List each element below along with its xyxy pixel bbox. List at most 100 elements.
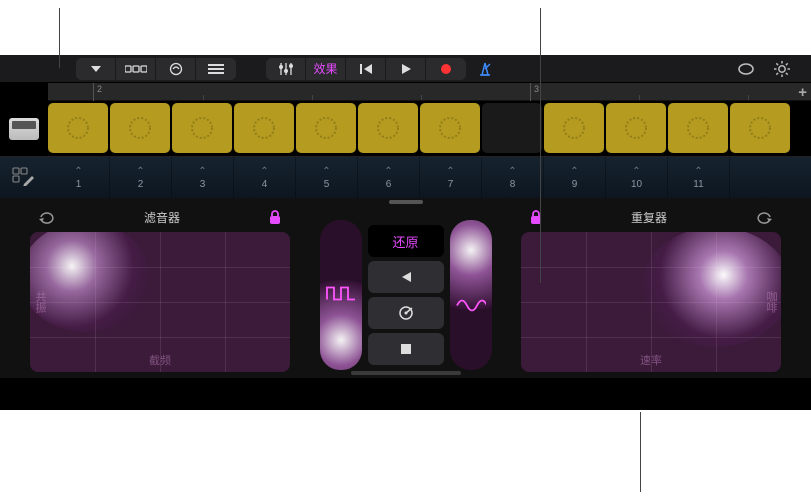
- pad-tab[interactable]: ⌃6: [358, 157, 420, 198]
- clip[interactable]: [48, 103, 108, 153]
- ylabel: 咖啡: [763, 291, 779, 313]
- pad-tab[interactable]: ⌃10: [606, 157, 668, 198]
- chevron-up-icon: ⌃: [322, 166, 330, 177]
- clip[interactable]: [234, 103, 294, 153]
- fx-button[interactable]: 效果: [306, 58, 346, 80]
- pad-tab[interactable]: ⌃1: [48, 157, 110, 198]
- timeline-ruler[interactable]: 2 3 +: [48, 83, 811, 101]
- pad-tab[interactable]: ⌃4: [234, 157, 296, 198]
- play-icon: [400, 63, 412, 75]
- clip[interactable]: [730, 103, 790, 153]
- instrument-browser-button[interactable]: [156, 58, 196, 80]
- cycle-icon: [37, 209, 57, 225]
- mixer-icon: [277, 62, 295, 76]
- chevron-up-icon: ⌃: [508, 166, 516, 177]
- scratch-icon: [397, 305, 415, 321]
- clip[interactable]: [668, 103, 728, 153]
- square-wave-icon: [326, 286, 356, 302]
- menu-down-icon: [89, 64, 103, 74]
- menu-button[interactable]: [76, 58, 116, 80]
- loop-icon: [736, 61, 756, 77]
- chevron-up-icon: ⌃: [694, 166, 702, 177]
- edit-pads-button[interactable]: [12, 166, 36, 189]
- clip[interactable]: [420, 103, 480, 153]
- loop-browser-button[interactable]: [733, 58, 759, 80]
- tracks-view-button[interactable]: [116, 58, 156, 80]
- mixer-button[interactable]: [266, 58, 306, 80]
- view-icon: [125, 63, 147, 75]
- pad-tab[interactable]: ⌃2: [110, 157, 172, 198]
- chevron-up-icon: ⌃: [570, 166, 578, 177]
- bottom-handle[interactable]: [351, 371, 461, 375]
- filter-xy-pad[interactable]: 共振 截频: [30, 232, 290, 372]
- wobble-slider[interactable]: [450, 220, 492, 370]
- reverse-icon: [399, 271, 413, 283]
- reverse-button[interactable]: [368, 261, 444, 293]
- pad-tab[interactable]: ⌃9: [544, 157, 606, 198]
- cycle-effect-button[interactable]: [753, 206, 775, 228]
- settings-button[interactable]: [769, 58, 795, 80]
- edit-pads-icon: [12, 166, 36, 186]
- clip-empty[interactable]: [482, 103, 542, 153]
- pad-tab[interactable]: ⌃5: [296, 157, 358, 198]
- clip[interactable]: [110, 103, 170, 153]
- clip[interactable]: [544, 103, 604, 153]
- drag-handle[interactable]: [389, 200, 423, 204]
- pad-tab[interactable]: ⌃11: [668, 157, 730, 198]
- clip[interactable]: [172, 103, 232, 153]
- metronome-icon: [476, 61, 494, 77]
- repeater-xy-pad[interactable]: 咖啡 速率: [521, 232, 781, 372]
- xlabel: 截频: [149, 352, 171, 368]
- repeater-title: 重复器: [545, 209, 753, 226]
- chevron-up-icon: ⌃: [198, 166, 206, 177]
- lock-button[interactable]: [266, 208, 284, 226]
- clip[interactable]: [358, 103, 418, 153]
- toolbar: 效果: [0, 55, 811, 83]
- sine-wave-icon: [456, 298, 486, 314]
- metronome-button[interactable]: [472, 58, 498, 80]
- lock-button[interactable]: [527, 208, 545, 226]
- repeater-panel: 重复器 咖啡 速率: [521, 204, 781, 372]
- app-window: 效果 2 3: [0, 55, 811, 410]
- view-group: [76, 58, 236, 80]
- gater-slider[interactable]: [320, 220, 362, 370]
- pad-tab[interactable]: ⌃3: [172, 157, 234, 198]
- clip-strip[interactable]: [48, 101, 811, 156]
- ylabel: 共振: [32, 291, 48, 313]
- chevron-up-icon: ⌃: [632, 166, 640, 177]
- pad-tab[interactable]: ⌃8: [482, 157, 544, 198]
- add-section-button[interactable]: +: [798, 84, 807, 101]
- pad-tab[interactable]: ⌃7: [420, 157, 482, 198]
- ruler-mark: 3: [530, 83, 539, 101]
- stop-icon: [400, 343, 412, 355]
- chevron-up-icon: ⌃: [446, 166, 454, 177]
- lock-icon: [268, 209, 282, 225]
- filter-title: 滤音器: [58, 209, 266, 226]
- rewind-button[interactable]: [346, 58, 386, 80]
- xlabel: 速率: [640, 352, 662, 368]
- stop-button[interactable]: [368, 333, 444, 365]
- cycle-effect-button[interactable]: [36, 206, 58, 228]
- xy-cursor-glow: [30, 232, 150, 332]
- center-controls: 还原: [290, 204, 521, 372]
- settings-icon: [773, 60, 791, 78]
- sampler-track-icon[interactable]: [9, 118, 39, 140]
- chevron-up-icon: ⌃: [384, 166, 392, 177]
- reset-button[interactable]: 还原: [368, 225, 444, 257]
- transport-group: 效果: [266, 58, 466, 80]
- ruler-mark: 2: [93, 83, 102, 101]
- fx-section: 滤音器 共振 截频: [0, 198, 811, 378]
- track-list-button[interactable]: [196, 58, 236, 80]
- instrument-icon: [167, 62, 185, 76]
- chevron-up-icon: ⌃: [260, 166, 268, 177]
- record-icon: [440, 63, 452, 75]
- number-tabs-row: ⌃1 ⌃2 ⌃3 ⌃4 ⌃5 ⌃6 ⌃7 ⌃8 ⌃9 ⌃10 ⌃11: [0, 156, 811, 198]
- record-button[interactable]: [426, 58, 466, 80]
- clip[interactable]: [296, 103, 356, 153]
- clip[interactable]: [606, 103, 666, 153]
- play-button[interactable]: [386, 58, 426, 80]
- list-icon: [208, 63, 224, 75]
- xy-cursor-glow: [641, 232, 781, 347]
- chevron-up-icon: ⌃: [74, 166, 82, 177]
- scratch-button[interactable]: [368, 297, 444, 329]
